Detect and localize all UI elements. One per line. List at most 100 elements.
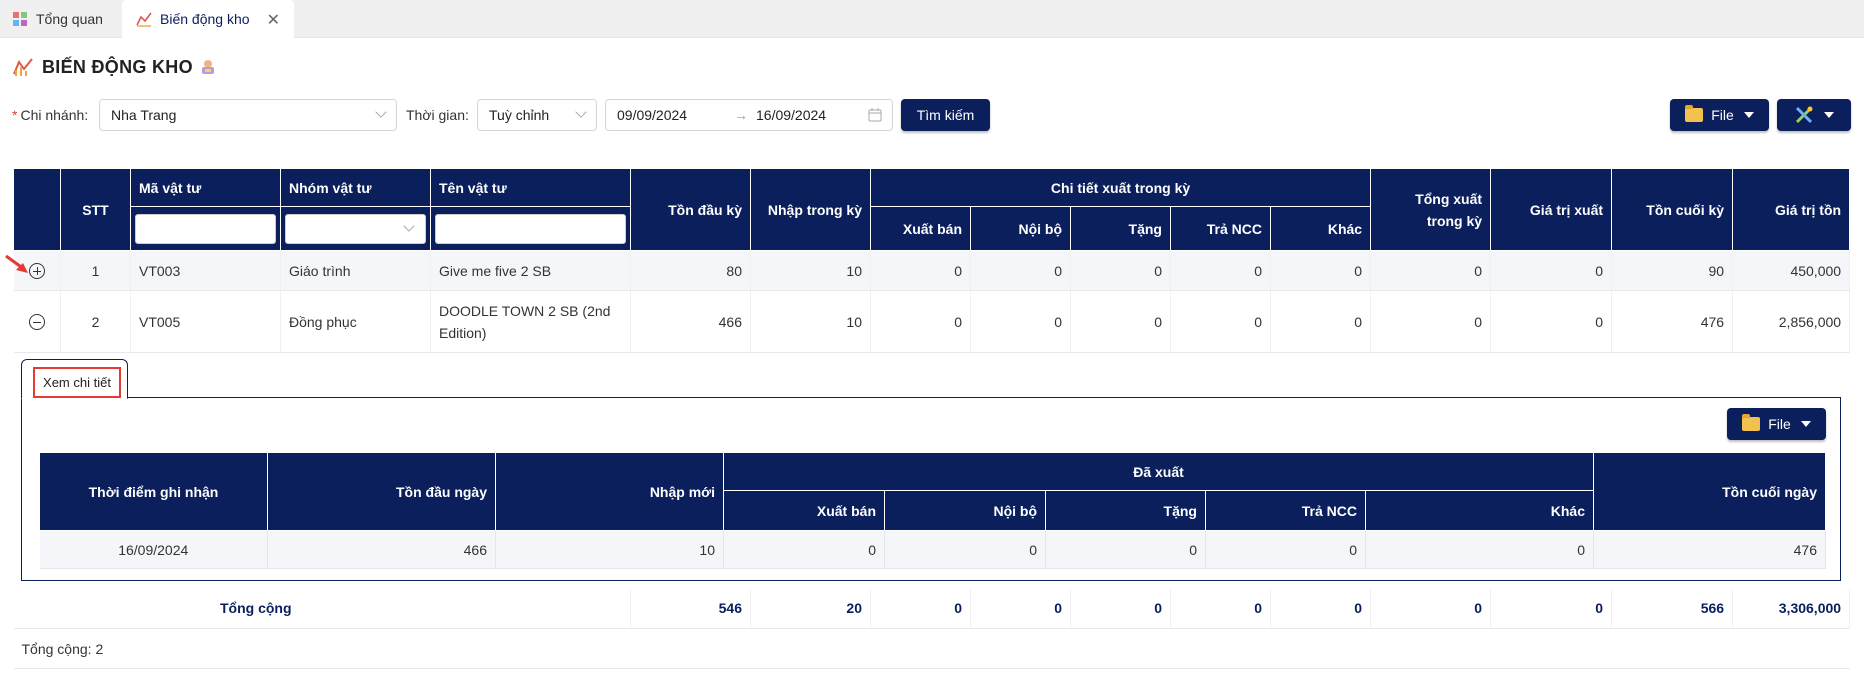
- search-button[interactable]: Tìm kiếm: [901, 99, 990, 131]
- col-closing: Tồn cuối kỳ: [1611, 168, 1734, 251]
- cell-closing: 476: [1611, 290, 1734, 353]
- table-row[interactable]: 1 VT003 Giáo trình Give me five 2 SB 80 …: [13, 250, 1851, 291]
- detail-col-gift: Tặng: [1045, 490, 1206, 531]
- col-export-value: Giá trị xuất: [1490, 168, 1613, 251]
- tools-icon: [1795, 106, 1813, 124]
- tab-bar: Tổng quan Biến động kho ✕: [0, 0, 1864, 38]
- detail-col-time: Thời điểm ghi nhận: [39, 452, 268, 531]
- cell-sale: 0: [870, 290, 971, 353]
- cell-other: 0: [1270, 290, 1372, 353]
- filter-code-input[interactable]: [135, 213, 276, 244]
- cell-name: DOODLE TOWN 2 SB (2nd Edition): [430, 290, 631, 353]
- detail-table-row: 16/09/2024 466 10 0 0 0 0 0 476: [39, 530, 1826, 569]
- tab-label: Biến động kho: [160, 11, 250, 27]
- cell-opening: 466: [630, 290, 751, 353]
- col-export-detail: Chi tiết xuất trong kỳ: [869, 168, 1372, 207]
- cell-internal: 0: [970, 290, 1071, 353]
- filter-group-cell: [280, 206, 431, 251]
- tab-overview[interactable]: Tổng quan: [0, 0, 120, 38]
- col-other: Khác: [1269, 206, 1372, 251]
- cell-group: Giáo trình: [280, 250, 431, 291]
- page-title-text: BIẾN ĐỘNG KHO: [42, 56, 193, 77]
- filter-group-select[interactable]: [285, 213, 426, 244]
- cell-code: VT003: [130, 250, 281, 291]
- detail-col-closing: Tồn cuối ngày: [1593, 452, 1826, 531]
- chevron-down-icon: [575, 106, 587, 118]
- time-mode-select[interactable]: Tuỳ chỉnh: [477, 99, 597, 131]
- col-name: Tên vật tư: [430, 168, 631, 207]
- filter-name-input[interactable]: [435, 213, 626, 244]
- record-count: Tổng cộng: 2: [13, 628, 1850, 669]
- total-import: 20: [750, 588, 871, 629]
- total-export-value: 0: [1490, 588, 1613, 629]
- folder-icon: [1742, 414, 1761, 431]
- detail-cell-new-import: 10: [495, 530, 724, 569]
- detail-cell-closing: 476: [1593, 530, 1826, 569]
- chevron-down-icon: [375, 106, 387, 118]
- cell-name: Give me five 2 SB: [430, 250, 631, 291]
- detail-cell-sale: 0: [723, 530, 885, 569]
- col-group: Nhóm vật tư: [280, 168, 431, 207]
- total-sale: 0: [870, 588, 971, 629]
- date-range-picker[interactable]: 09/09/2024 → 16/09/2024: [605, 99, 893, 131]
- cell-import: 10: [750, 290, 871, 353]
- col-total-export: Tổng xuất trong kỳ: [1370, 168, 1492, 251]
- cell-gift: 0: [1070, 250, 1171, 291]
- col-stock-value: Giá trị tồn: [1732, 168, 1851, 251]
- col-import: Nhập trong kỳ: [750, 168, 871, 251]
- col-code: Mã vật tư: [130, 168, 281, 207]
- detail-cell-internal: 0: [884, 530, 1046, 569]
- col-sale: Xuất bán: [870, 206, 971, 251]
- detail-cell-other: 0: [1365, 530, 1594, 569]
- total-stock-value: 3,306,000: [1732, 588, 1851, 629]
- expand-cell: [13, 290, 61, 353]
- expand-column-header: [13, 168, 61, 251]
- cell-import: 10: [750, 250, 871, 291]
- caret-down-icon: [1743, 112, 1754, 118]
- total-opening: 546: [630, 588, 751, 629]
- detail-col-new-import: Nhập mới: [495, 452, 724, 531]
- cell-code: VT005: [130, 290, 281, 353]
- caret-down-icon: [1800, 421, 1811, 427]
- detail-col-return-ncc: Trả NCC: [1205, 490, 1366, 531]
- col-return-ncc: Trả NCC: [1170, 206, 1271, 251]
- detail-cell-gift: 0: [1045, 530, 1206, 569]
- tab-label: Tổng quan: [36, 11, 103, 27]
- chart-icon: [136, 12, 152, 27]
- branch-select[interactable]: Nha Trang: [99, 99, 397, 131]
- chart-icon: [13, 58, 33, 76]
- date-from[interactable]: 09/09/2024: [617, 107, 687, 123]
- page-title: BIẾN ĐỘNG KHO: [12, 56, 217, 78]
- branch-label: * Chi nhánh:: [12, 107, 89, 123]
- filter-code-cell: [130, 206, 281, 251]
- close-icon[interactable]: ✕: [267, 10, 280, 30]
- cell-export-value: 0: [1490, 290, 1613, 353]
- detail-cell-opening: 466: [267, 530, 496, 569]
- table-row[interactable]: 2 VT005 Đồng phục DOODLE TOWN 2 SB (2nd …: [13, 290, 1851, 353]
- file-menu-button[interactable]: File: [1670, 99, 1769, 131]
- caret-down-icon: [1824, 112, 1834, 118]
- detail-col-internal: Nội bộ: [884, 490, 1046, 531]
- cell-gift: 0: [1070, 290, 1171, 353]
- detail-file-button[interactable]: File: [1727, 408, 1826, 440]
- cell-group: Đồng phục: [280, 290, 431, 353]
- totals-row: Tổng cộng 546 20 0 0 0 0 0 0 0 566 3,306…: [13, 588, 1851, 629]
- cell-stock-value: 450,000: [1732, 250, 1851, 291]
- tab-inventory-movement[interactable]: Biến động kho ✕: [122, 0, 294, 38]
- date-to[interactable]: 16/09/2024: [756, 107, 826, 123]
- cell-total-export: 0: [1370, 250, 1492, 291]
- cell-stt: 2: [60, 290, 131, 353]
- cell-opening: 80: [630, 250, 751, 291]
- cell-stock-value: 2,856,000: [1732, 290, 1851, 353]
- filter-name-cell: [430, 206, 631, 251]
- cell-stt: 1: [60, 250, 131, 291]
- detail-tab-label[interactable]: Xem chi tiết: [33, 367, 121, 398]
- tools-menu-button[interactable]: [1777, 99, 1851, 131]
- totals-label: Tổng cộng: [13, 588, 631, 629]
- collapse-minus-icon[interactable]: [28, 314, 45, 331]
- detail-col-opening: Tồn đầu ngày: [267, 452, 496, 531]
- cell-closing: 90: [1611, 250, 1734, 291]
- cell-export-value: 0: [1490, 250, 1613, 291]
- cell-return-ncc: 0: [1170, 290, 1271, 353]
- total-other: 0: [1270, 588, 1372, 629]
